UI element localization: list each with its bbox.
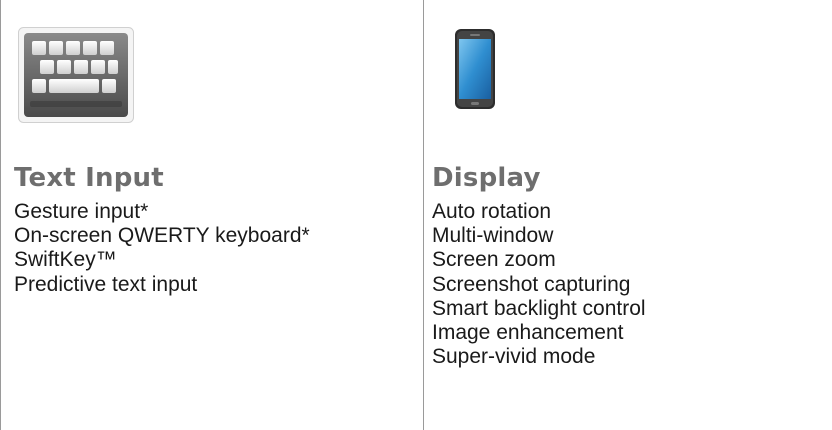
left-border [0, 0, 1, 430]
section-title: Display [432, 163, 541, 193]
feature-table: Text Input Gesture input* On-screen QWER… [0, 0, 832, 430]
list-item: SwiftKey™ [14, 248, 117, 272]
feature-list: Gesture input* On-screen QWERTY keyboard… [14, 200, 310, 297]
list-item: Super-vivid mode [432, 345, 596, 369]
list-item: Smart backlight control [432, 296, 646, 320]
section-title: Text Input [14, 163, 164, 193]
keyboard-icon [18, 27, 134, 123]
list-item: Auto rotation [432, 200, 552, 223]
feature-list: Auto rotation Multi-window Screen zoom S… [432, 200, 646, 369]
column-divider [423, 0, 424, 430]
list-item: Image enhancement [432, 321, 624, 345]
smartphone-icon [452, 27, 498, 111]
list-item: On-screen QWERTY keyboard* [14, 224, 310, 248]
list-item: Predictive text input [14, 272, 198, 296]
list-item: Screenshot capturing [432, 272, 631, 296]
list-item: Multi-window [432, 224, 554, 248]
list-item: Screen zoom [432, 248, 556, 272]
list-item: Gesture input* [14, 200, 149, 223]
